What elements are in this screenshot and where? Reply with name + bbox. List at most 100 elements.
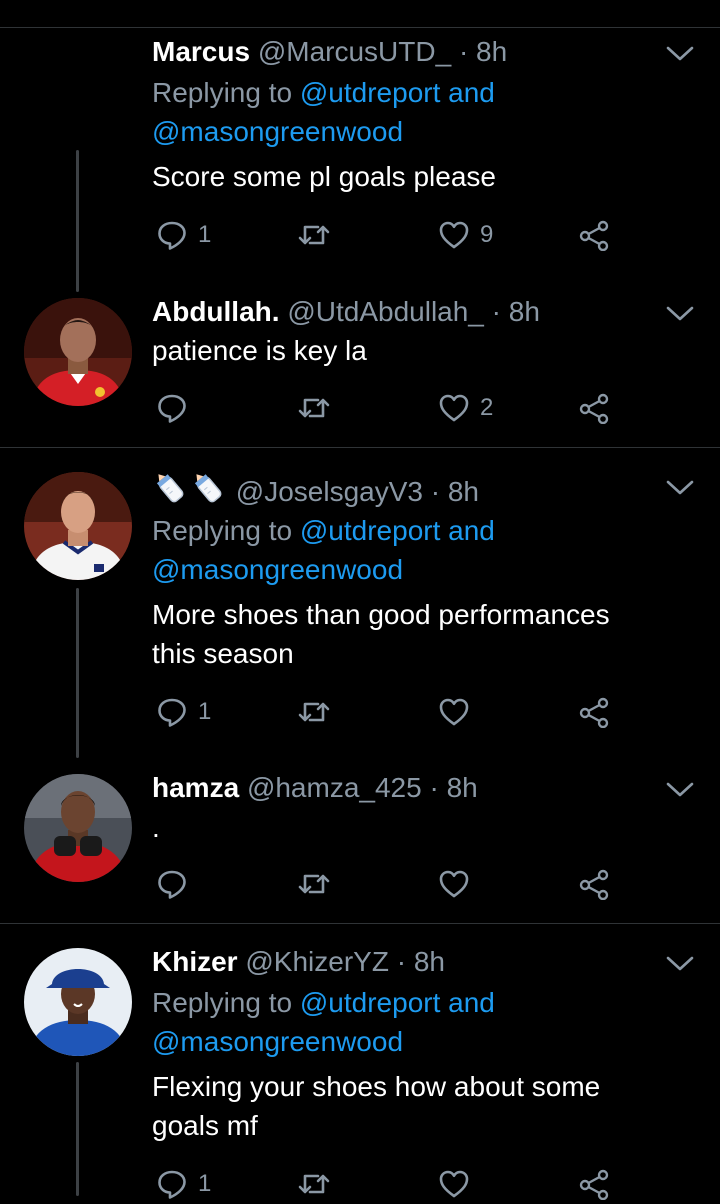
- mention-link[interactable]: @utdreport and: [300, 515, 495, 546]
- divider: [0, 923, 720, 924]
- timestamp[interactable]: · 8h: [429, 772, 477, 803]
- handle[interactable]: @JoselsgayV3: [236, 476, 423, 507]
- retweet-button[interactable]: [296, 388, 332, 428]
- reply-icon: [156, 868, 188, 900]
- retweet-button[interactable]: [296, 215, 332, 255]
- share-button[interactable]: [578, 388, 610, 428]
- handle[interactable]: @KhizerYZ: [245, 946, 389, 977]
- handle[interactable]: @hamza_425: [247, 772, 422, 803]
- display-name[interactable]: Marcus: [152, 36, 250, 67]
- like-button[interactable]: [438, 692, 480, 732]
- share-icon: [578, 696, 610, 728]
- retweet-icon: [296, 696, 332, 728]
- tweet[interactable]: 🍼🍼 @JoselsgayV3 · 8h Replying to @utdrep…: [0, 470, 720, 760]
- tweet-header: hamza @hamza_425 · 8h: [152, 768, 478, 808]
- reply-button[interactable]: 1: [156, 692, 211, 732]
- baby-bottle-icon: [152, 470, 226, 517]
- share-icon: [578, 219, 610, 251]
- top-divider: [0, 27, 720, 28]
- tweet-header: Abdullah. @UtdAbdullah_ · 8h: [152, 292, 540, 332]
- tweet-text: Score some pl goals please: [152, 161, 496, 192]
- chevron-down-icon[interactable]: [664, 478, 696, 498]
- tweet-actions: 1: [152, 1164, 672, 1204]
- timestamp[interactable]: · 8h: [492, 296, 540, 327]
- chevron-down-icon[interactable]: [664, 954, 696, 974]
- like-icon: [438, 1168, 470, 1200]
- like-button[interactable]: [438, 1164, 480, 1204]
- retweet-button[interactable]: [296, 864, 332, 904]
- retweet-icon: [296, 1168, 332, 1200]
- divider: [0, 447, 720, 448]
- share-button[interactable]: [578, 864, 610, 904]
- tweet[interactable]: Abdullah. @UtdAbdullah_ · 8h patience is…: [0, 292, 720, 442]
- chevron-down-icon[interactable]: [664, 44, 696, 64]
- handle[interactable]: @UtdAbdullah_: [287, 296, 484, 327]
- avatar[interactable]: [24, 948, 132, 1056]
- avatar[interactable]: [24, 298, 132, 406]
- reply-icon: [156, 219, 188, 251]
- tweet-text: patience is key la: [152, 335, 367, 366]
- reply-icon: [156, 696, 188, 728]
- handle[interactable]: @MarcusUTD_: [258, 36, 451, 67]
- tweet-actions: 1: [152, 692, 672, 732]
- tweet[interactable]: hamza @hamza_425 · 8h .: [0, 768, 720, 918]
- retweet-button[interactable]: [296, 692, 332, 732]
- tweet-text: More shoes than good performances this s…: [152, 599, 610, 669]
- reply-count: 1: [198, 1170, 212, 1197]
- retweet-icon: [296, 392, 332, 424]
- tweet-text: .: [152, 812, 160, 843]
- like-count: 9: [480, 221, 494, 248]
- display-name[interactable]: Abdullah.: [152, 296, 280, 327]
- tweet[interactable]: Khizer @KhizerYZ · 8h Replying to @utdre…: [0, 942, 720, 1196]
- like-icon: [438, 219, 470, 251]
- chevron-down-icon[interactable]: [664, 780, 696, 800]
- tweet-actions: [152, 864, 672, 904]
- tweet[interactable]: Marcus @MarcusUTD_ · 8h Replying to @utd…: [0, 32, 720, 282]
- share-button[interactable]: [578, 1164, 610, 1204]
- timestamp[interactable]: · 8h: [397, 946, 445, 977]
- like-button[interactable]: 9: [438, 215, 493, 255]
- timestamp[interactable]: · 8h: [431, 476, 479, 507]
- tweet-header: 🍼🍼 @JoselsgayV3 · 8h: [152, 470, 479, 517]
- retweet-icon: [296, 219, 332, 251]
- display-name[interactable]: Khizer: [152, 946, 238, 977]
- share-icon: [578, 392, 610, 424]
- mention-link[interactable]: @utdreport and: [300, 987, 495, 1018]
- share-button[interactable]: [578, 692, 610, 732]
- mention-link[interactable]: @masongreenwood: [152, 554, 403, 585]
- tweet-header: Khizer @KhizerYZ · 8h: [152, 942, 445, 982]
- like-button[interactable]: [438, 864, 480, 904]
- replying-to: Replying to @utdreport and @masongreenwo…: [152, 515, 495, 585]
- avatar[interactable]: [24, 774, 132, 882]
- share-button[interactable]: [578, 215, 610, 255]
- timestamp[interactable]: · 8h: [459, 36, 507, 67]
- mention-link[interactable]: @masongreenwood: [152, 1026, 403, 1057]
- reply-icon: [156, 1168, 188, 1200]
- reply-icon: [156, 392, 188, 424]
- share-icon: [578, 1168, 610, 1200]
- reply-count: 1: [198, 698, 212, 725]
- like-count: 2: [480, 394, 494, 421]
- like-icon: [438, 392, 470, 424]
- share-icon: [578, 868, 610, 900]
- retweet-icon: [296, 868, 332, 900]
- reply-button[interactable]: 1: [156, 215, 211, 255]
- mention-link[interactable]: @utdreport and: [300, 77, 495, 108]
- chevron-down-icon[interactable]: [664, 304, 696, 324]
- reply-count: 1: [198, 221, 212, 248]
- retweet-button[interactable]: [296, 1164, 332, 1204]
- reply-button[interactable]: [156, 864, 198, 904]
- tweet-header: Marcus @MarcusUTD_ · 8h: [152, 32, 507, 72]
- like-icon: [438, 696, 470, 728]
- mention-link[interactable]: @masongreenwood: [152, 116, 403, 147]
- reply-button[interactable]: [156, 388, 198, 428]
- tweet-text: Flexing your shoes how about some goals …: [152, 1071, 601, 1141]
- display-name[interactable]: hamza: [152, 772, 239, 803]
- replying-to: Replying to @utdreport and @masongreenwo…: [152, 77, 495, 147]
- like-icon: [438, 868, 470, 900]
- avatar[interactable]: [24, 472, 132, 580]
- tweet-actions: 1 9: [152, 215, 672, 255]
- like-button[interactable]: 2: [438, 388, 493, 428]
- reply-button[interactable]: 1: [156, 1164, 211, 1204]
- tweet-actions: 2: [152, 388, 672, 428]
